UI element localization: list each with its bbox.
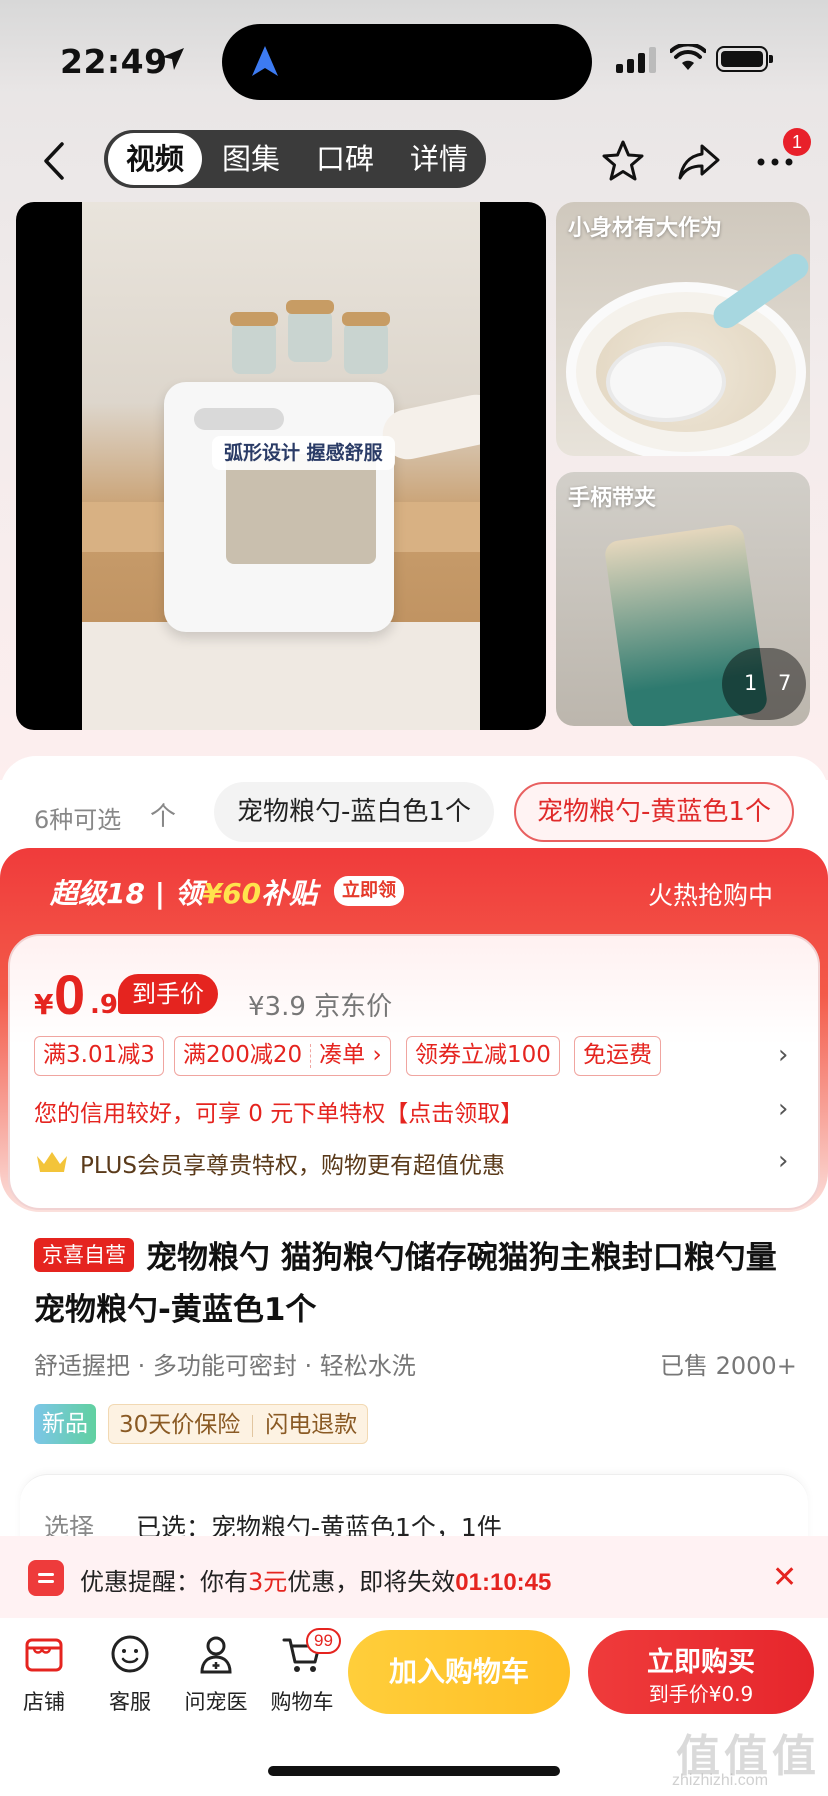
original-price: ¥3.9 京东价 (248, 992, 393, 1022)
sold-count: 已售 2000+ (660, 1352, 797, 1380)
promo-status: 火热抢购中 (648, 881, 774, 910)
coupon-1[interactable]: 满3.01减3 (34, 1036, 164, 1076)
product-title: 宠物粮勺 猫狗粮勺储存碗猫狗主粮封口粮勺量 宠物粮勺-黄蓝色1个 (34, 1240, 777, 1328)
cart-count-badge: 99 (306, 1628, 341, 1654)
price-integer: 0 (54, 963, 86, 1026)
wifi-icon (670, 44, 706, 70)
coupon-4[interactable]: 免运费 (574, 1036, 661, 1076)
shop-badge: 京喜自营 (34, 1238, 134, 1272)
product-video[interactable]: 弧形设计 握感舒服 (16, 202, 546, 730)
plus-chevron-icon[interactable]: › (778, 1146, 788, 1176)
status-time: 22:49 (60, 42, 168, 81)
coupon-2[interactable]: 满200减20 凑单 › (174, 1036, 391, 1076)
final-price-label: 到手价 (118, 974, 218, 1014)
plus-member-link[interactable]: PLUS会员享尊贵特权，购物更有超值优惠 (80, 1146, 505, 1180)
store-icon (25, 1638, 63, 1672)
promo-title[interactable]: 超级18 | 领¥60补贴 (50, 872, 317, 912)
promo-claim-button[interactable]: 立即领 (334, 876, 404, 906)
tab-gallery[interactable]: 图集 (206, 130, 296, 188)
battery-icon (716, 46, 773, 72)
tab-video[interactable]: 视频 (108, 133, 202, 185)
gallery-counter: 1 7 (722, 648, 806, 720)
price-currency: ¥ (34, 988, 54, 1021)
gallery-thumb-2[interactable]: 手柄带夹 1 7 (556, 472, 810, 726)
cellular-signal-icon (616, 47, 656, 73)
reminder-text: 优惠提醒：你有3元优惠，即将失效01:10:45 (80, 1568, 552, 1596)
vet-icon (200, 1636, 232, 1674)
watermark-url: zhizhizhi.com (672, 1772, 769, 1789)
new-product-tag: 新品 (34, 1404, 96, 1444)
variant-option-yellow-blue[interactable]: 宠物粮勺-黄蓝色1个 (514, 782, 794, 842)
price-decimal: .9 (90, 990, 118, 1020)
credit-chevron-icon[interactable]: › (778, 1094, 788, 1124)
coupon-icon (28, 1560, 64, 1596)
more-notification-badge: 1 (783, 128, 811, 156)
crown-icon (37, 1152, 67, 1172)
thumb-title: 小身材有大作为 (568, 216, 723, 241)
star-icon[interactable] (600, 138, 646, 184)
dynamic-island (222, 24, 592, 100)
gallery-thumb-1[interactable]: 小身材有大作为 (556, 202, 810, 456)
navigation-arrow-icon (252, 46, 278, 76)
coupon-3[interactable]: 领券立减100 (406, 1036, 560, 1076)
location-arrow-icon (162, 48, 184, 70)
tab-details[interactable]: 详情 (394, 130, 484, 188)
status-bar: 22:49 (0, 0, 828, 120)
coupon-chevron-icon[interactable]: › (778, 1040, 788, 1070)
share-icon[interactable] (676, 138, 722, 184)
tab-reviews[interactable]: 口碑 (300, 130, 390, 188)
home-indicator[interactable] (268, 1766, 560, 1776)
product-features: 舒适握把多功能可密封轻松水洗 (34, 1346, 416, 1381)
variant-count[interactable]: 6种可选 (34, 800, 121, 835)
video-caption: 弧形设计 握感舒服 (212, 436, 395, 470)
thumb-title: 手柄带夹 (568, 486, 657, 511)
customer-service-icon (111, 1635, 149, 1673)
credit-privilege-link[interactable]: 您的信用较好，可享 0 元下单特权【点击领取】 (34, 1094, 523, 1128)
add-to-cart-button[interactable]: 加入购物车 (348, 1630, 570, 1714)
variant-option-blue-white[interactable]: 宠物粮勺-蓝白色1个 (214, 782, 494, 842)
service-tags[interactable]: 30天价保险 闪电退款 (108, 1404, 369, 1444)
back-icon[interactable] (34, 136, 74, 186)
media-tabs: 视频 图集 口碑 详情 (104, 130, 486, 188)
variant-unit: 个 (150, 802, 177, 832)
rice-container-image (164, 382, 394, 632)
buy-now-button[interactable]: 立即购买 到手价¥0.9 (588, 1630, 814, 1714)
close-icon[interactable]: ✕ (772, 1560, 797, 1595)
